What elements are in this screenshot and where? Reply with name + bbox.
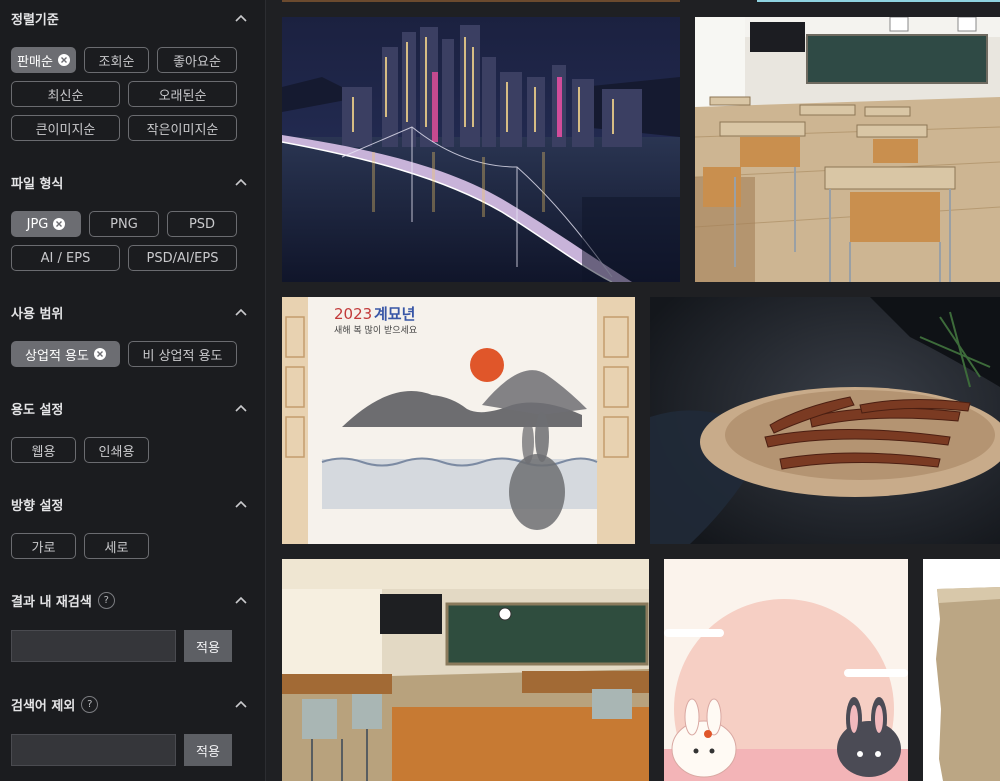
orientation-chip-portrait[interactable]: 세로 [84, 533, 149, 559]
file-type-section-title: 파일 형식 [11, 176, 64, 192]
file-type-chip-jpg[interactable]: JPG [11, 211, 81, 237]
purpose-collapse-chevron-icon[interactable] [231, 398, 251, 418]
purpose-chip-print[interactable]: 인쇄용 [84, 437, 149, 463]
file-type-chip-png[interactable]: PNG [89, 211, 159, 237]
file-type-chip-psd-ai-eps[interactable]: PSD/AI/EPS [128, 245, 237, 271]
help-icon[interactable]: ? [97, 591, 115, 609]
usage-chip-noncommercial[interactable]: 비 상업적 용도 [128, 341, 237, 367]
gallery-thumbnail-partial[interactable] [282, 0, 680, 2]
help-icon[interactable]: ? [81, 695, 99, 713]
purpose-chip-web[interactable]: 웹용 [11, 437, 76, 463]
refine-apply-button[interactable]: 적용 [184, 630, 232, 662]
orientation-collapse-chevron-icon[interactable] [231, 494, 251, 514]
usage-chip-commercial[interactable]: 상업적 용도 [11, 341, 120, 367]
gallery-thumbnail-red-ginseng[interactable] [650, 297, 1000, 544]
refine-search-input[interactable] [11, 630, 176, 662]
usage-scope-collapse-chevron-icon[interactable] [231, 302, 251, 322]
remove-filter-icon[interactable] [93, 348, 106, 360]
filter-sidebar: 정렬기준 판매순 조회순 좋아요순 최신순 오래된순 큰이미지순 작은이미지순 … [0, 0, 266, 781]
gallery-thumbnail-rabbit-illustration[interactable] [664, 559, 908, 781]
gallery-thumbnail-night-bridge[interactable] [282, 17, 680, 282]
gallery-thumbnail-torn-paper[interactable] [923, 559, 1000, 781]
image-gallery: 2023 계묘년 새해 복 많이 받으세요 [267, 0, 1000, 781]
exclude-collapse-chevron-icon[interactable] [231, 694, 251, 714]
card-greeting: 새해 복 많이 받으세요 [334, 325, 417, 336]
orientation-chip-landscape[interactable]: 가로 [11, 533, 76, 559]
refine-section-title: 결과 내 재검색 ? [11, 591, 115, 610]
sort-chip-small-image[interactable]: 작은이미지순 [128, 115, 237, 141]
file-type-collapse-chevron-icon[interactable] [231, 172, 251, 192]
exclude-section-title: 검색어 제외 ? [11, 695, 99, 714]
sort-chip-sales[interactable]: 판매순 [11, 47, 76, 73]
sort-chip-views[interactable]: 조회순 [84, 47, 149, 73]
sort-chip-large-image[interactable]: 큰이미지순 [11, 115, 120, 141]
orientation-section-title: 방향 설정 [11, 498, 64, 514]
file-type-chip-ai-eps[interactable]: AI / EPS [11, 245, 120, 271]
sort-section-title: 정렬기준 [11, 12, 59, 28]
card-year: 2023 [334, 305, 372, 323]
gallery-thumbnail-classroom-2[interactable] [282, 559, 649, 781]
file-type-chip-psd[interactable]: PSD [167, 211, 237, 237]
gallery-thumbnail-partial[interactable] [757, 0, 1000, 2]
exclude-keyword-input[interactable] [11, 734, 176, 766]
refine-collapse-chevron-icon[interactable] [231, 590, 251, 610]
sort-chip-likes[interactable]: 좋아요순 [157, 47, 237, 73]
card-headline: 계묘년 [374, 305, 415, 323]
purpose-section-title: 용도 설정 [11, 402, 64, 418]
gallery-thumbnail-new-year-card[interactable]: 2023 계묘년 새해 복 많이 받으세요 [282, 297, 635, 544]
gallery-thumbnail-classroom[interactable] [695, 17, 1000, 282]
exclude-apply-button[interactable]: 적용 [184, 734, 232, 766]
usage-scope-section-title: 사용 범위 [11, 306, 64, 322]
sort-chip-oldest[interactable]: 오래된순 [128, 81, 237, 107]
sort-collapse-chevron-icon[interactable] [231, 8, 251, 28]
remove-filter-icon[interactable] [57, 54, 70, 66]
sort-chip-newest[interactable]: 최신순 [11, 81, 120, 107]
remove-filter-icon[interactable] [53, 218, 66, 230]
